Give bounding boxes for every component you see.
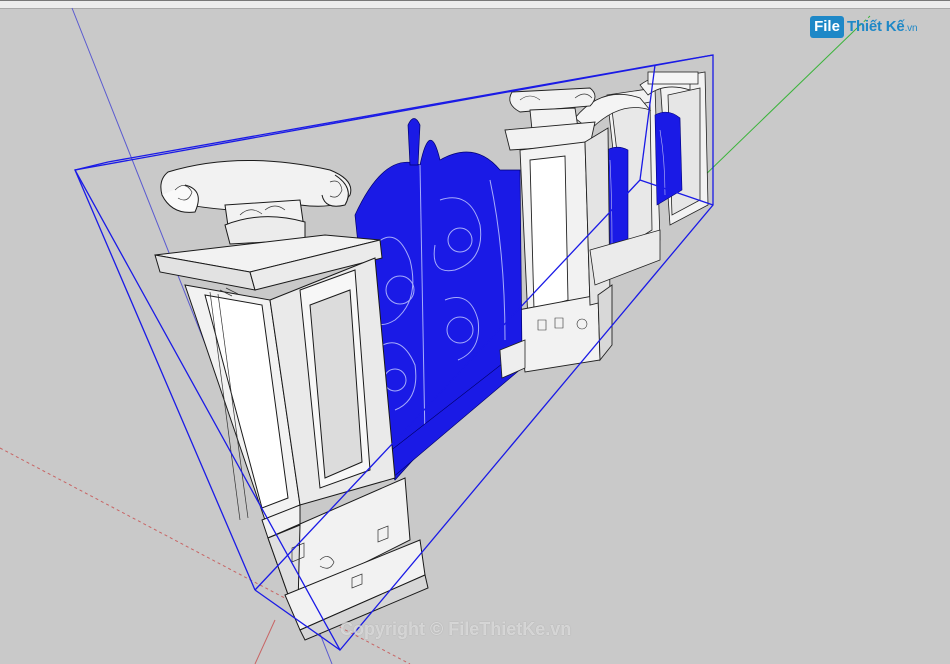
model-gate-3d-icon[interactable]: [154, 71, 709, 641]
logo-file-badge: File: [810, 16, 844, 38]
site-logo: File Thiết Kế.vn: [810, 14, 940, 42]
copyright-watermark: Copyright © FileThietKe.vn: [340, 619, 572, 639]
logo-brand-text: Thiết Kế.vn: [847, 18, 918, 35]
modeling-viewport[interactable]: File Thiết Kế.vn Copyright © FileThietKe…: [0, 0, 950, 664]
3d-scene[interactable]: [0, 0, 950, 664]
